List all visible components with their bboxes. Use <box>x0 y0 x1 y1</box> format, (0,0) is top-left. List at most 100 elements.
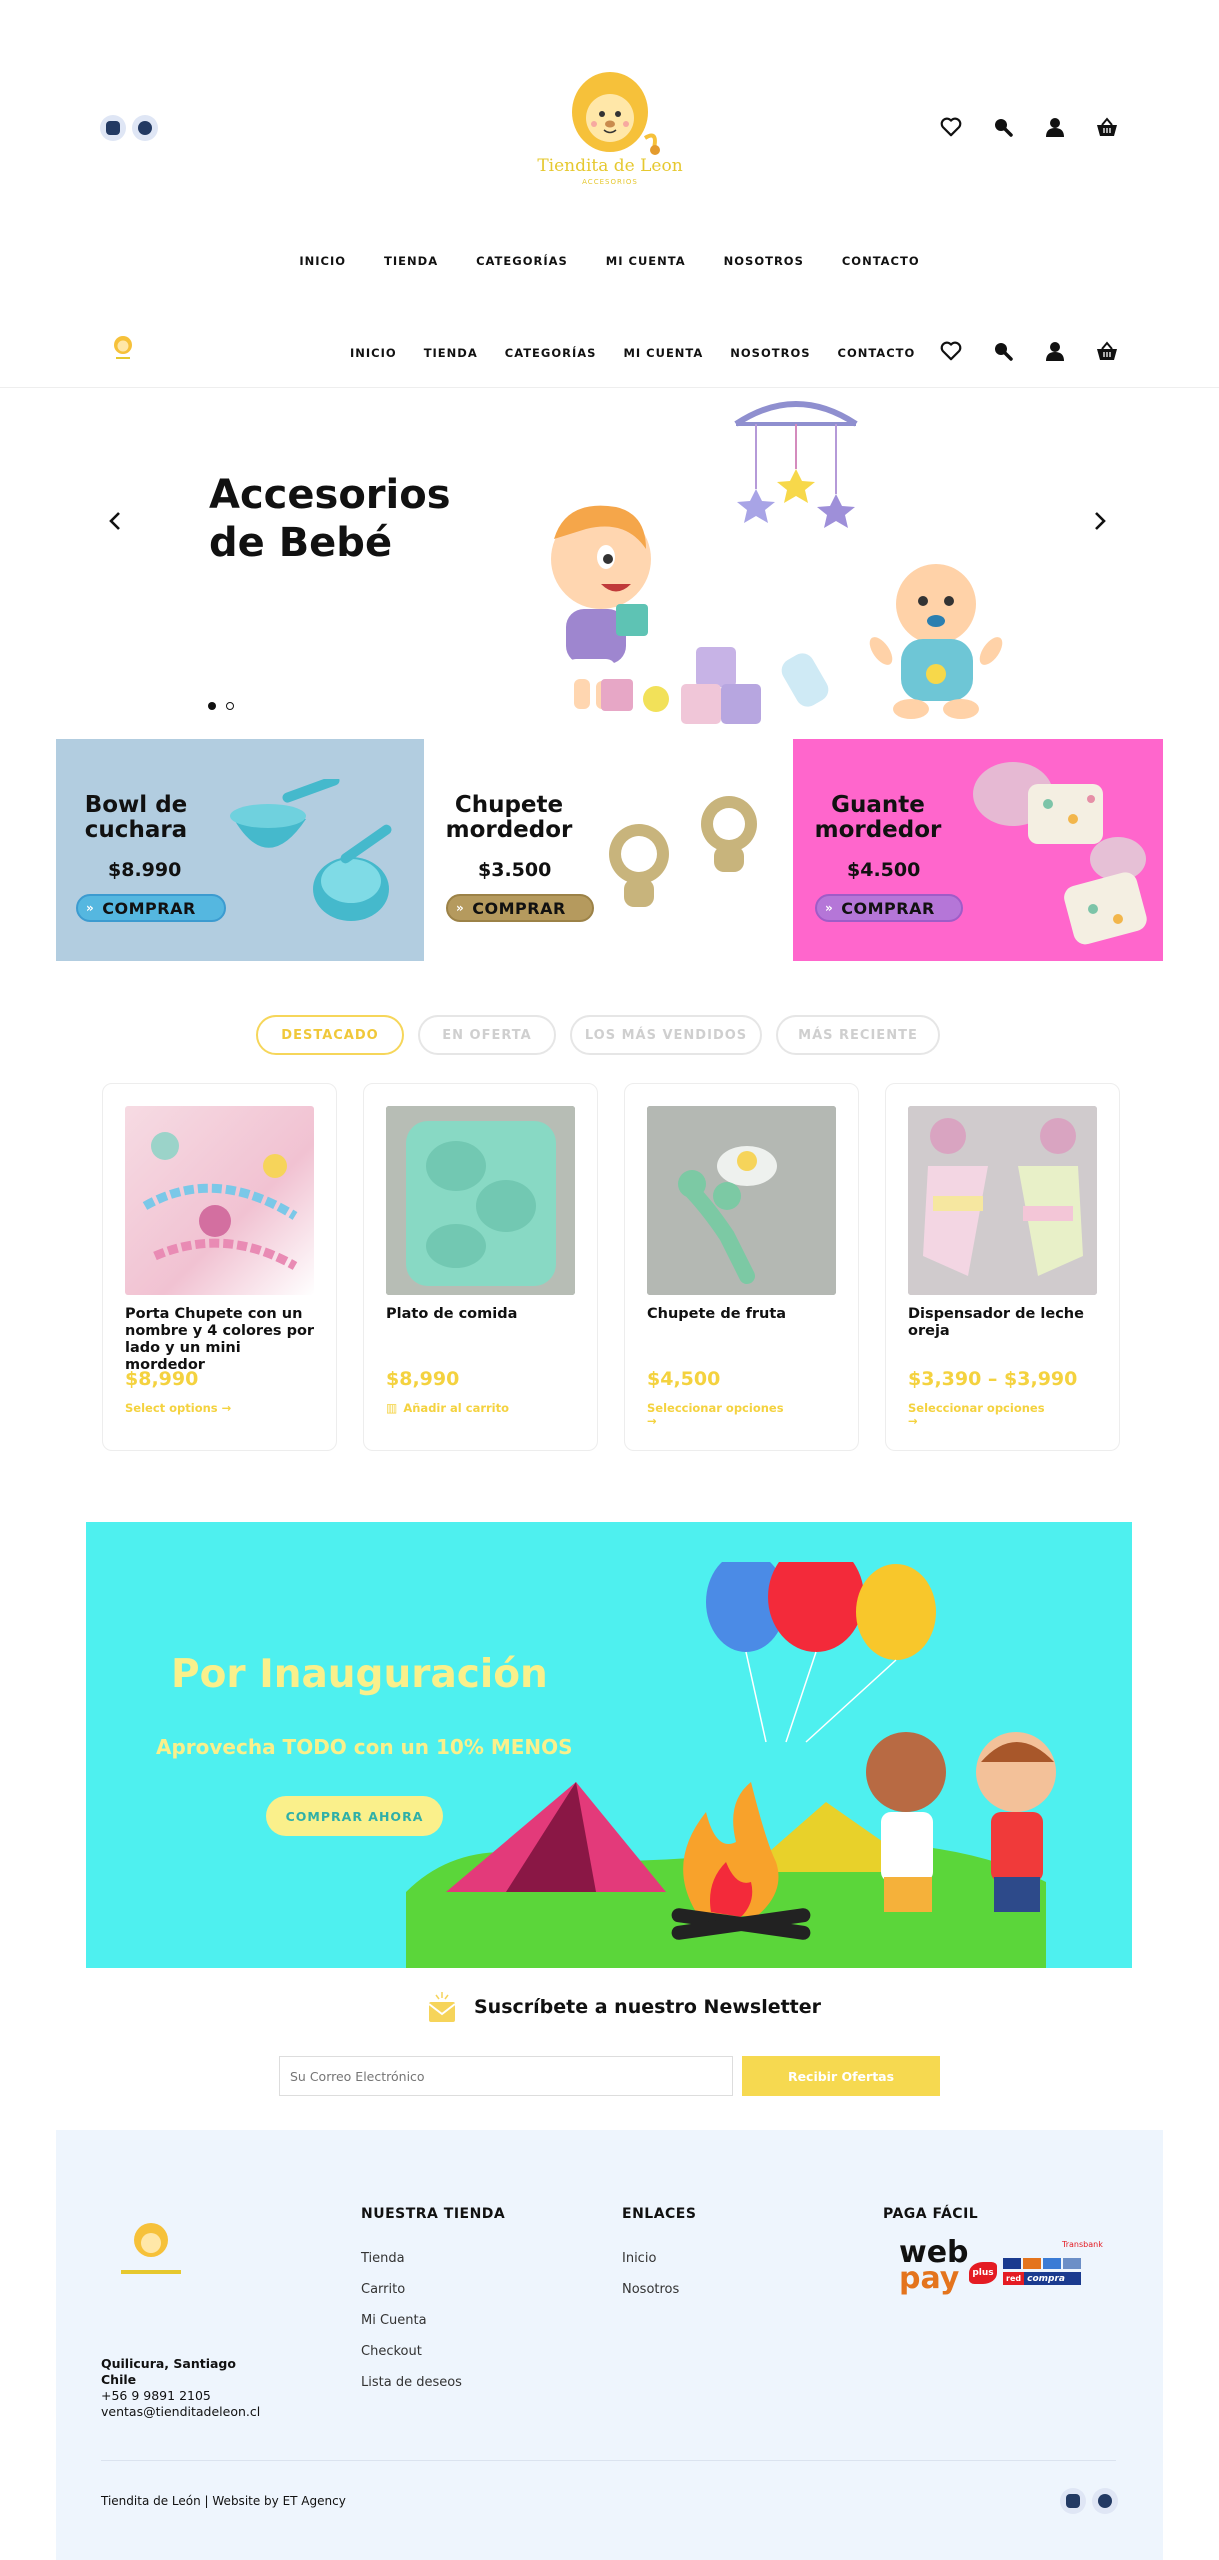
double-chevron-icon: » <box>86 901 95 915</box>
slider-dots <box>208 702 234 710</box>
transbank-label: Transbank <box>1062 2240 1103 2249</box>
product-price: $8,990 <box>125 1368 199 1390</box>
promo-bowl-title-line1: Bowl de <box>84 792 188 818</box>
card-amex-icon <box>1043 2258 1061 2269</box>
newsletter-title: Suscríbete a nuestro Newsletter <box>474 1996 822 2018</box>
search-icon[interactable] <box>990 338 1016 364</box>
select-options-link[interactable]: Seleccionar opciones → <box>908 1402 1058 1428</box>
slider-prev-arrow[interactable] <box>101 507 129 535</box>
product-name[interactable]: Chupete de fruta <box>647 1306 837 1323</box>
main-nav: INICIO TIENDA CATEGORÍAS MI CUENTA NOSOT… <box>0 254 1219 268</box>
promo-guante-buy-label: COMPRAR <box>841 898 935 918</box>
promo-chupete-title-line1: Chupete <box>454 792 564 818</box>
whatsapp-icon[interactable] <box>132 115 158 141</box>
select-options-link[interactable]: Select options → <box>125 1402 275 1415</box>
newsletter-submit-button[interactable]: Recibir Ofertas <box>742 2056 940 2096</box>
social-links <box>100 115 158 141</box>
product-image[interactable] <box>125 1106 314 1295</box>
nav-contacto[interactable]: CONTACTO <box>842 254 920 268</box>
top-header: Tiendita de Leon ACCESORIOS INICIO TIEND… <box>0 0 1219 300</box>
promo-guante-title-line2: mordedor <box>814 817 942 843</box>
cart-basket-icon[interactable] <box>1094 338 1120 364</box>
search-icon[interactable] <box>990 114 1016 140</box>
user-icon[interactable] <box>1042 338 1068 364</box>
sticky-nav-inicio[interactable]: INICIO <box>350 346 397 360</box>
instagram-icon[interactable] <box>1060 2488 1086 2514</box>
sticky-logo[interactable] <box>108 332 138 362</box>
product-card[interactable]: Porta Chupete con un nombre y 4 colores … <box>102 1083 337 1451</box>
nav-tienda[interactable]: TIENDA <box>384 254 438 268</box>
product-card[interactable]: Dispensador de leche oreja $3,390 – $3,9… <box>885 1083 1120 1451</box>
product-card[interactable]: Plato de comida $8,990 ▥ Añadir al carri… <box>363 1083 598 1451</box>
pacifier-product-illustration <box>609 796 757 907</box>
add-to-cart-link[interactable]: ▥ Añadir al carrito <box>386 1402 536 1415</box>
footer-link-checkout[interactable]: Checkout <box>361 2344 462 2359</box>
heart-icon[interactable] <box>938 338 964 364</box>
product-card[interactable]: Chupete de fruta $4,500 Seleccionar opci… <box>624 1083 859 1451</box>
user-icon[interactable] <box>1042 114 1068 140</box>
promo-chupete[interactable]: Chupete mordedor $3.500 » COMPRAR <box>424 739 793 961</box>
mitten-product-illustration <box>973 762 1147 945</box>
promo-bowl-title: Bowl de cuchara <box>76 793 196 843</box>
inauguration-banner: Por Inauguración Aprovecha TODO con un 1… <box>86 1522 1132 1968</box>
promo-guante-title-line1: Guante <box>831 792 925 818</box>
instagram-icon[interactable] <box>100 115 126 141</box>
heart-icon[interactable] <box>938 114 964 140</box>
newsletter-email-input[interactable] <box>279 2056 733 2096</box>
product-name[interactable]: Plato de comida <box>386 1306 576 1323</box>
sticky-nav-mi-cuenta[interactable]: MI CUENTA <box>623 346 703 360</box>
footer-col3-title: PAGA FÁCIL <box>883 2206 979 2222</box>
nav-nosotros[interactable]: NOSOTROS <box>724 254 804 268</box>
footer-email[interactable]: ventas@tienditadeleon.cl <box>101 2404 260 2420</box>
product-price: $8,990 <box>386 1368 460 1390</box>
header-actions <box>938 114 1120 140</box>
footer-link-mi-cuenta[interactable]: Mi Cuenta <box>361 2313 462 2328</box>
footer-link-tienda[interactable]: Tienda <box>361 2251 462 2266</box>
newsletter-header: Suscríbete a nuestro Newsletter <box>428 1990 821 2024</box>
nav-categorias[interactable]: CATEGORÍAS <box>476 254 568 268</box>
logo[interactable]: Tiendita de Leon ACCESORIOS <box>530 60 690 195</box>
sticky-nav-contacto[interactable]: CONTACTO <box>838 346 916 360</box>
product-image[interactable] <box>647 1106 836 1295</box>
promo-bowl[interactable]: Bowl de cuchara $8.990 » COMPRAR <box>56 739 424 961</box>
promo-guante-buy-button[interactable]: » COMPRAR <box>815 894 963 922</box>
sticky-nav-tienda[interactable]: TIENDA <box>424 346 478 360</box>
promo-guante[interactable]: Guante mordedor $4.500 » COMPRAR <box>793 739 1163 961</box>
redcompra-red: red <box>1003 2272 1025 2285</box>
promo-bowl-buy-button[interactable]: » COMPRAR <box>76 894 226 922</box>
whatsapp-icon[interactable] <box>1092 2488 1118 2514</box>
webpay-plus-badge: plus <box>969 2262 997 2284</box>
card-mastercard-icon <box>1023 2258 1041 2269</box>
sticky-nav-nosotros[interactable]: NOSOTROS <box>730 346 810 360</box>
footer-logo[interactable] <box>116 2215 186 2285</box>
nav-mi-cuenta[interactable]: MI CUENTA <box>606 254 686 268</box>
footer-link-carrito[interactable]: Carrito <box>361 2282 462 2297</box>
footer-link-nosotros[interactable]: Nosotros <box>622 2282 679 2297</box>
product-image[interactable] <box>908 1106 1097 1295</box>
cart-basket-icon[interactable] <box>1094 114 1120 140</box>
slider-next-arrow[interactable] <box>1086 507 1114 535</box>
footer-link-lista-deseos[interactable]: Lista de deseos <box>361 2375 462 2390</box>
webpay-logo: web pay plus Transbank red compra <box>899 2238 1103 2300</box>
lion-logo-icon <box>121 2223 181 2274</box>
nav-inicio[interactable]: INICIO <box>299 254 346 268</box>
footer-address: Quilicura, Santiago Chile +56 9 9891 210… <box>101 2356 260 2420</box>
redcompra-label: compra <box>1027 2273 1065 2284</box>
tab-mas-vendidos[interactable]: LOS MÁS VENDIDOS <box>570 1015 762 1055</box>
sticky-nav-categorias[interactable]: CATEGORÍAS <box>505 346 597 360</box>
tab-en-oferta[interactable]: EN OFERTA <box>418 1015 556 1055</box>
redcompra-badge: red compra <box>1003 2272 1081 2285</box>
footer-link-inicio[interactable]: Inicio <box>622 2251 679 2266</box>
slider-dot-1[interactable] <box>208 702 216 710</box>
hero-title: Accesorios de Bebé <box>209 471 451 567</box>
product-name[interactable]: Dispensador de leche oreja <box>908 1306 1098 1340</box>
tab-destacado[interactable]: DESTACADO <box>256 1015 404 1055</box>
tab-mas-reciente[interactable]: MÁS RECIENTE <box>776 1015 940 1055</box>
promo-chupete-buy-button[interactable]: » COMPRAR <box>446 894 594 922</box>
slider-dot-2[interactable] <box>226 702 234 710</box>
footer-phone[interactable]: +56 9 9891 2105 <box>101 2388 260 2404</box>
logo-subtext: ACCESORIOS <box>582 178 638 186</box>
product-name[interactable]: Porta Chupete con un nombre y 4 colores … <box>125 1306 315 1374</box>
product-image[interactable] <box>386 1106 575 1295</box>
select-options-link[interactable]: Seleccionar opciones → <box>647 1402 797 1428</box>
